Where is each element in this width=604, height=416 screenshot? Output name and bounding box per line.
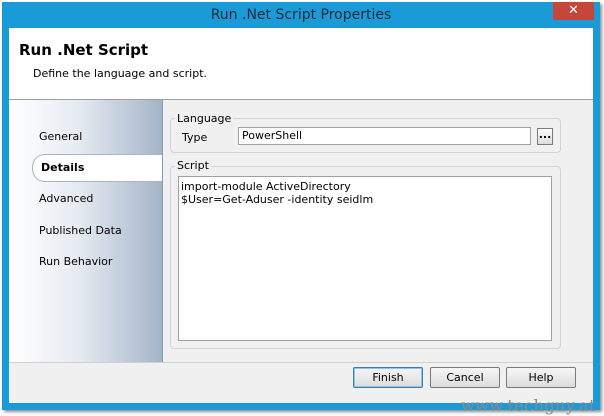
script-editor[interactable]: import-module ActiveDirectory $User=Get-… <box>178 176 552 341</box>
sidebar-item-published-data[interactable]: Published Data <box>39 224 122 237</box>
footer-divider <box>9 362 593 363</box>
sidebar: General Details Advanced Published Data … <box>9 100 163 362</box>
browse-language-button[interactable]: ... <box>537 128 553 145</box>
close-icon: ✕ <box>568 3 579 18</box>
dialog-window: Run .Net Script Properties ✕ Run .Net Sc… <box>2 2 600 410</box>
page-subtitle: Define the language and script. <box>33 67 208 80</box>
close-button[interactable]: ✕ <box>553 2 594 20</box>
page-title: Run .Net Script <box>19 41 149 59</box>
sidebar-item-run-behavior[interactable]: Run Behavior <box>39 255 112 268</box>
dialog-client: Run .Net Script Define the language and … <box>9 28 593 403</box>
title-bar[interactable]: Run .Net Script Properties ✕ <box>2 2 600 28</box>
sidebar-item-general[interactable]: General <box>39 130 82 143</box>
cancel-button[interactable]: Cancel <box>430 367 500 388</box>
language-type-field[interactable]: PowerShell <box>238 127 531 145</box>
language-group-label: Language <box>175 112 234 125</box>
help-button[interactable]: Help <box>506 367 576 388</box>
dialog-header: Run .Net Script Define the language and … <box>9 28 593 100</box>
watermark-text: www.techguy.at <box>461 396 596 415</box>
window-title: Run .Net Script Properties <box>210 7 392 23</box>
sidebar-item-details[interactable]: Details <box>32 154 162 182</box>
finish-button[interactable]: Finish <box>353 367 423 388</box>
sidebar-item-advanced[interactable]: Advanced <box>39 192 93 205</box>
type-label: Type <box>182 131 208 144</box>
script-group-label: Script <box>175 159 211 172</box>
